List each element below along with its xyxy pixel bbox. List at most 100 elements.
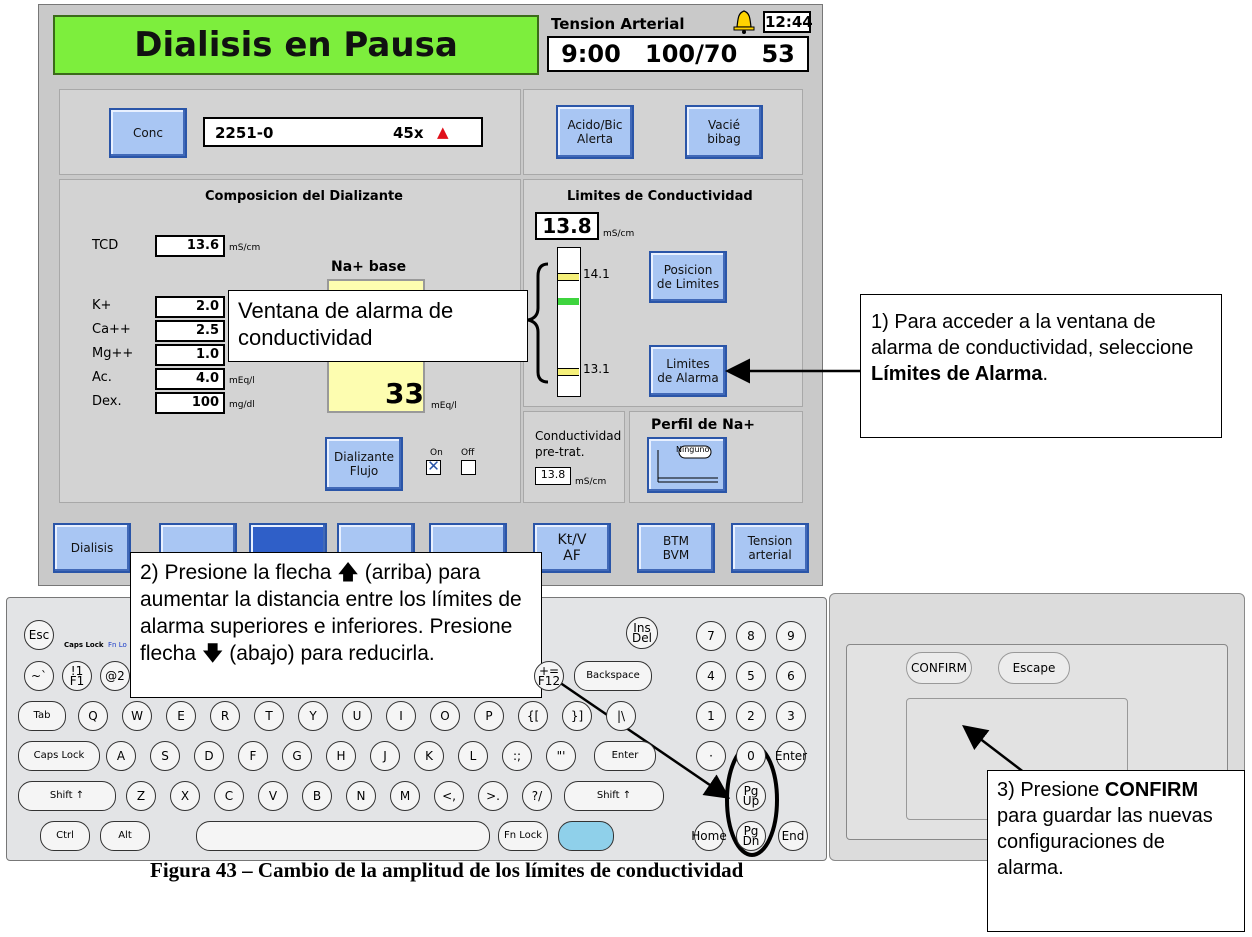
key-home[interactable]: Home — [691, 821, 727, 851]
key-letter[interactable]: S — [150, 741, 180, 771]
conductivity-bar — [557, 247, 581, 397]
composition-value: 1.0 — [155, 344, 225, 366]
key-letter[interactable]: M — [390, 781, 420, 811]
limits-value-field: 13.8 — [535, 212, 599, 240]
key-letter[interactable]: N — [346, 781, 376, 811]
dializante-flujo-button[interactable]: Dializante Flujo — [325, 437, 403, 491]
caps-lock-indicator: Caps Lock — [64, 641, 104, 649]
key-letter[interactable]: O — [430, 701, 460, 731]
key-tab[interactable]: Tab — [18, 701, 66, 731]
vacie-bibag-button[interactable]: Vacié bibag — [685, 105, 763, 159]
key-letter[interactable]: E — [166, 701, 196, 731]
key-letter[interactable]: X — [170, 781, 200, 811]
conc-ratio: 45x — [393, 124, 424, 142]
key-letter[interactable]: C — [214, 781, 244, 811]
key-number[interactable]: @2 — [100, 661, 130, 691]
key-number[interactable]: ~` — [24, 661, 54, 691]
step1-text: 1) Para acceder a la ventana de alarma d… — [871, 311, 1194, 359]
key-letter[interactable]: >. — [478, 781, 508, 811]
key-letter[interactable]: W — [122, 701, 152, 731]
key-letter[interactable]: |\ — [606, 701, 636, 731]
key-letter[interactable]: Q — [78, 701, 108, 731]
key-numpad[interactable]: 7 — [696, 621, 726, 651]
composition-label: Mg++ — [92, 346, 134, 361]
limits-value: 13.8 — [542, 214, 592, 238]
figure-caption: Figura 43 – Cambio de la amplitud de los… — [150, 858, 744, 882]
na-base-title: Na+ base — [331, 259, 407, 275]
step2-callout: 2) Presione la flecha 🡅 (arriba) para au… — [130, 552, 542, 698]
key-caps-lock[interactable]: Caps Lock — [18, 741, 100, 771]
tension-line2: arterial — [748, 548, 792, 562]
key-end[interactable]: End — [778, 821, 808, 851]
key-letter[interactable]: K — [414, 741, 444, 771]
key-letter[interactable]: <, — [434, 781, 464, 811]
flow-off-checkbox[interactable] — [461, 460, 476, 475]
tab-btm-bvm[interactable]: BTM BVM — [637, 523, 715, 573]
key-letter[interactable]: G — [282, 741, 312, 771]
tab-dialisis[interactable]: Dialisis — [53, 523, 131, 573]
key-letter[interactable]: P — [474, 701, 504, 731]
key-numpad[interactable]: 1 — [696, 701, 726, 731]
key-letter[interactable]: }] — [562, 701, 592, 731]
key-numpad[interactable]: 6 — [776, 661, 806, 691]
key-numpad[interactable]: 8 — [736, 621, 766, 651]
key-pg-dn[interactable]: Pg Dn — [736, 821, 766, 851]
key-enter[interactable]: Enter — [594, 741, 656, 771]
key-space[interactable] — [196, 821, 490, 851]
key-letter[interactable]: F — [238, 741, 268, 771]
key-ins-del[interactable]: Ins Del — [626, 617, 658, 649]
key-pg-up[interactable]: Pg Up — [736, 781, 766, 811]
key-numpad[interactable]: 0 — [736, 741, 766, 771]
key-letter[interactable]: ?/ — [522, 781, 552, 811]
key-numpad[interactable]: 4 — [696, 661, 726, 691]
tab-ktv-af[interactable]: Kt/V AF — [533, 523, 611, 573]
key-letter[interactable]: Y — [298, 701, 328, 731]
key-letter[interactable]: I — [386, 701, 416, 731]
key-number[interactable]: !1 F1 — [62, 661, 92, 691]
key-shift-left[interactable]: Shift ↑ — [18, 781, 116, 811]
key-letter[interactable]: "' — [546, 741, 576, 771]
limites-alarma-button[interactable]: Limites de Alarma — [649, 345, 727, 397]
key-shift-right[interactable]: Shift ↑ — [564, 781, 664, 811]
tcd-field: 13.6 — [155, 235, 225, 257]
key-letter[interactable]: U — [342, 701, 372, 731]
key-numpad[interactable]: Enter — [775, 741, 807, 771]
key-letter[interactable]: A — [106, 741, 136, 771]
key-letter[interactable]: L — [458, 741, 488, 771]
key-letter[interactable]: T — [254, 701, 284, 731]
acido-alerta-button[interactable]: Acido/Bic Alerta — [556, 105, 634, 159]
key-alt[interactable]: Alt — [100, 821, 150, 851]
key-letter[interactable]: Z — [126, 781, 156, 811]
key-letter[interactable]: V — [258, 781, 288, 811]
key-numpad[interactable]: 3 — [776, 701, 806, 731]
tab-tension-arterial[interactable]: Tension arterial — [731, 523, 809, 573]
key-backspace[interactable]: Backspace — [574, 661, 652, 691]
conc-button[interactable]: Conc — [109, 108, 187, 158]
key-window-switch-icon[interactable] — [558, 821, 614, 851]
key-letter[interactable]: :; — [502, 741, 532, 771]
confirm-button[interactable]: CONFIRM — [906, 652, 972, 684]
flow-on-checkbox[interactable]: ✕ — [426, 459, 441, 475]
key-letter[interactable]: D — [194, 741, 224, 771]
na-profile-badge: Ninguno — [676, 445, 710, 454]
key-letter[interactable]: J — [370, 741, 400, 771]
key-numpad[interactable]: · — [696, 741, 726, 771]
key-letter[interactable]: {[ — [518, 701, 548, 731]
key-letter[interactable]: H — [326, 741, 356, 771]
key-letter[interactable]: R — [210, 701, 240, 731]
key-f12[interactable]: += F12 — [534, 661, 564, 691]
key-numpad[interactable]: 5 — [736, 661, 766, 691]
key-letter[interactable]: B — [302, 781, 332, 811]
lower-limit-marker — [558, 368, 579, 376]
key-numpad[interactable]: 2 — [736, 701, 766, 731]
posicion-limites-button[interactable]: Posicion de Limites — [649, 251, 727, 303]
escape-button[interactable]: Escape — [998, 652, 1070, 684]
pretreat-unit: mS/cm — [575, 477, 607, 487]
btm-line2: BVM — [662, 548, 690, 562]
off-label: Off — [461, 448, 475, 458]
key-ctrl[interactable]: Ctrl — [40, 821, 90, 851]
clock: 12:44 — [763, 11, 813, 33]
key-esc[interactable]: Esc — [24, 620, 54, 650]
key-numpad[interactable]: 9 — [776, 621, 806, 651]
key-fn-lock[interactable]: Fn Lock — [498, 821, 548, 851]
